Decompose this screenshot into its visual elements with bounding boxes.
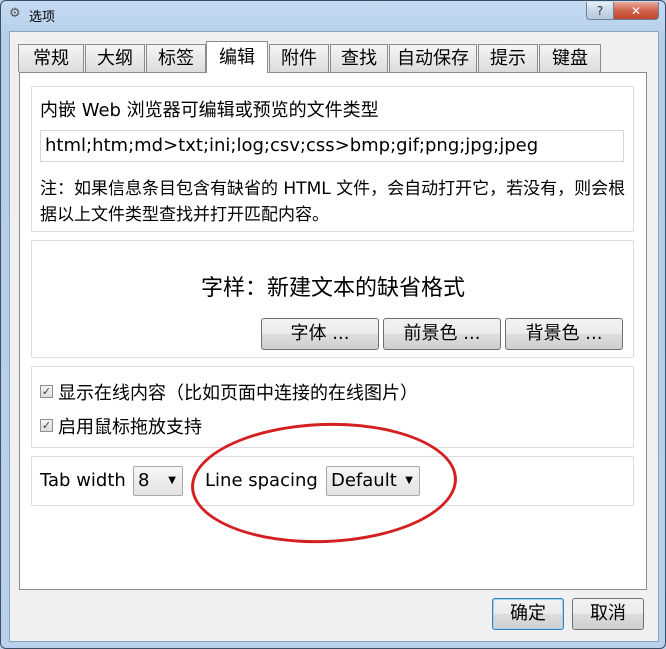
chevron-down-icon: ▼ xyxy=(405,475,413,486)
chevron-down-icon: ▼ xyxy=(168,475,176,486)
window-title: 选项 xyxy=(29,10,56,25)
tab-outline[interactable]: 大纲 xyxy=(85,44,145,72)
show-online-checkbox[interactable]: ✓ xyxy=(40,385,53,398)
title-bar[interactable]: ⚙ 选项 ? ✕ xyxy=(1,1,665,29)
file-types-label: 内嵌 Web 浏览器可编辑或预览的文件类型 xyxy=(40,100,379,121)
tab-width-value: 8 xyxy=(138,470,150,491)
font-button[interactable]: 字体 ... xyxy=(261,318,379,350)
show-online-label: 显示在线内容（比如页面中连接的在线图片） xyxy=(58,383,418,404)
tab-keyboard[interactable]: 键盘 xyxy=(539,44,601,72)
tab-autosave[interactable]: 自动保存 xyxy=(389,44,477,72)
tab-labels[interactable]: 标签 xyxy=(146,44,206,72)
file-types-input[interactable]: html;htm;md>txt;ini;log;csv;css>bmp;gif;… xyxy=(40,130,624,162)
checkmark-icon: ✓ xyxy=(41,419,52,432)
line-spacing-label: Line spacing xyxy=(205,470,318,491)
tab-width-select[interactable]: 8 ▼ xyxy=(133,466,183,496)
checkmark-icon: ✓ xyxy=(41,385,52,398)
tab-width-label: Tab width xyxy=(40,470,126,491)
drag-drop-checkbox[interactable]: ✓ xyxy=(40,419,53,432)
tab-attachments[interactable]: 附件 xyxy=(269,44,329,72)
tab-tips[interactable]: 提示 xyxy=(478,44,538,72)
tab-edit[interactable]: 编辑 xyxy=(206,41,268,73)
tab-find[interactable]: 查找 xyxy=(330,44,388,72)
line-spacing-select[interactable]: Default ▼ xyxy=(326,466,420,496)
foreground-color-button[interactable]: 前景色 ... xyxy=(383,318,501,350)
line-spacing-value: Default xyxy=(331,470,397,491)
background-color-button[interactable]: 背景色 ... xyxy=(505,318,623,350)
gear-icon: ⚙ xyxy=(9,6,21,21)
ok-button[interactable]: 确定 xyxy=(492,598,564,630)
help-button[interactable]: ? xyxy=(586,2,614,20)
drag-drop-label: 启用鼠标拖放支持 xyxy=(58,417,202,438)
font-style-heading: 字样：新建文本的缺省格式 xyxy=(200,276,465,301)
close-button[interactable]: ✕ xyxy=(613,2,659,20)
tab-general[interactable]: 常规 xyxy=(18,44,84,72)
cancel-button[interactable]: 取消 xyxy=(572,598,644,630)
file-types-note: 注：如果信息条目包含有缺省的 HTML 文件，会自动打开它，若没有，则会根据以上… xyxy=(40,179,626,225)
